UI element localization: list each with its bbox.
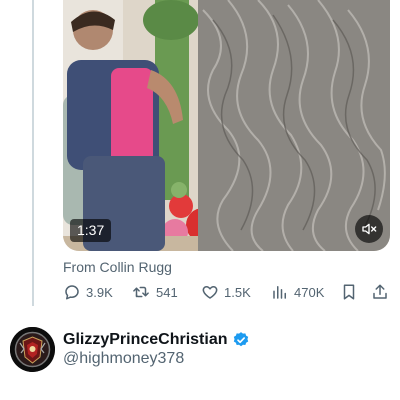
like-icon [202, 286, 218, 299]
views-button[interactable]: 470K [271, 283, 324, 301]
views-icon [273, 286, 286, 299]
thread-connector-line [32, 0, 34, 306]
reply-button[interactable]: 3.9K [63, 283, 113, 301]
share-icon [373, 284, 387, 299]
bookmark-icon [343, 284, 355, 300]
view-count: 470K [294, 284, 325, 300]
reply-count: 3.9K [86, 284, 113, 300]
verified-badge-icon [233, 332, 248, 347]
repost-icon [133, 286, 149, 298]
author-handle[interactable]: @highmoney378 [63, 350, 184, 368]
like-button[interactable]: 1.5K [201, 283, 251, 301]
avatar[interactable] [10, 327, 55, 372]
video-duration-badge: 1:37 [70, 219, 112, 242]
reply-icon [65, 285, 79, 300]
like-count: 1.5K [224, 284, 251, 300]
bookmark-button[interactable] [340, 283, 358, 301]
repost-button[interactable]: 541 [131, 283, 178, 301]
share-button[interactable] [371, 283, 389, 301]
volume-muted-icon [362, 223, 377, 235]
video-frame [63, 0, 390, 251]
media-source-attribution[interactable]: From Collin Rugg [63, 259, 172, 275]
repost-count: 541 [156, 284, 178, 300]
mute-button[interactable] [355, 215, 383, 243]
author-name-row: GlizzyPrinceChristian [63, 331, 250, 349]
tweet-action-bar: 3.9K 541 1.5K 470K [63, 283, 390, 303]
display-name[interactable]: GlizzyPrinceChristian [63, 331, 228, 349]
avatar-image [10, 327, 55, 372]
video-player[interactable] [63, 0, 390, 251]
